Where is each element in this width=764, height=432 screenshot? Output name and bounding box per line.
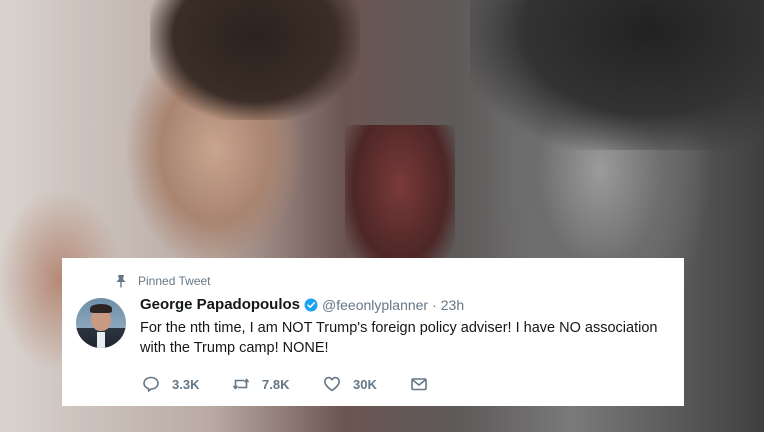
reply-icon bbox=[143, 376, 159, 392]
retweet-icon bbox=[232, 378, 250, 390]
tweet-timestamp[interactable]: 23h bbox=[441, 297, 464, 313]
reply-count: 3.3K bbox=[172, 376, 200, 392]
pin-icon bbox=[116, 275, 126, 288]
avatar[interactable] bbox=[76, 298, 126, 348]
header-separator: · bbox=[432, 296, 437, 313]
pinned-label: Pinned Tweet bbox=[138, 274, 211, 288]
photo-subject-right bbox=[470, 0, 764, 150]
pinned-indicator: Pinned Tweet bbox=[114, 274, 211, 288]
envelope-icon bbox=[411, 378, 427, 391]
photo-subject-left bbox=[150, 0, 360, 120]
tweet-text: For the nth time, I am NOT Trump's forei… bbox=[140, 320, 658, 356]
tweet-actions: 3.3K 7.8K 30K bbox=[142, 375, 440, 393]
pinned-tweet-card[interactable]: Pinned Tweet George Papadopoulos @feeonl… bbox=[62, 258, 684, 406]
reply-button[interactable]: 3.3K bbox=[142, 375, 232, 393]
photo-chair bbox=[345, 125, 455, 275]
retweet-button[interactable]: 7.8K bbox=[232, 375, 323, 393]
direct-message-button[interactable] bbox=[410, 375, 440, 393]
heart-icon bbox=[324, 376, 340, 392]
like-count: 30K bbox=[353, 376, 377, 392]
retweet-count: 7.8K bbox=[262, 376, 290, 392]
like-button[interactable]: 30K bbox=[323, 375, 410, 393]
tweet-header: George Papadopoulos @feeonlyplanner · 23… bbox=[140, 296, 464, 313]
author-name[interactable]: George Papadopoulos bbox=[140, 296, 300, 313]
verified-badge-icon bbox=[304, 298, 318, 311]
author-handle[interactable]: @feeonlyplanner bbox=[322, 297, 428, 313]
